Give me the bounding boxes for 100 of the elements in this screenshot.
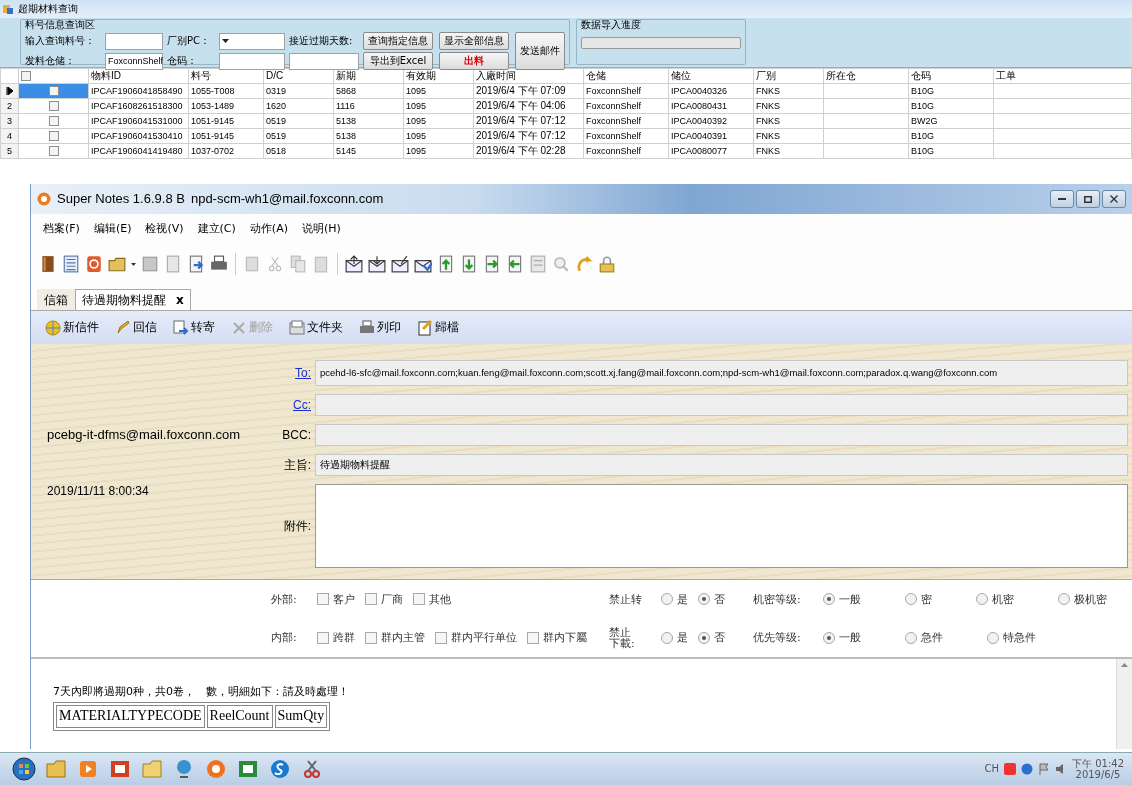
tray-icon[interactable] — [1004, 763, 1016, 775]
tab[interactable]: 信箱 — [37, 288, 75, 310]
address-link[interactable]: To: — [275, 365, 315, 381]
radio-button[interactable] — [698, 631, 710, 644]
radio-label: 密 — [921, 592, 932, 606]
checkbox[interactable] — [365, 593, 377, 606]
radio-button[interactable] — [661, 631, 673, 644]
caret-icon[interactable] — [131, 262, 136, 266]
table-cell: B10G — [908, 143, 994, 159]
push-button[interactable]: 出料 — [439, 52, 509, 70]
language-indicator[interactable]: CH — [984, 763, 999, 775]
warehouse-dropdown[interactable]: FoxconnShelf — [105, 52, 163, 70]
checkbox[interactable] — [48, 131, 59, 142]
cc-field[interactable] — [315, 394, 1128, 416]
toolbar-button[interactable]: 列印 — [359, 319, 401, 336]
checkbox[interactable] — [527, 631, 539, 644]
document-icon[interactable] — [164, 255, 182, 273]
push-button[interactable]: 显示全部信息 — [439, 32, 509, 50]
table-cell: 1095 — [403, 98, 474, 114]
radio-button[interactable] — [987, 631, 999, 644]
radio-button[interactable] — [1058, 593, 1070, 606]
radio-label: 一般 — [839, 592, 861, 606]
checkbox[interactable] — [48, 146, 59, 157]
menu-item[interactable]: 检视(V) — [145, 222, 184, 236]
folder-icon[interactable] — [108, 255, 126, 273]
checkbox[interactable] — [413, 593, 425, 606]
toolbar-button[interactable]: 转寄 — [173, 319, 215, 336]
folder-icon[interactable] — [44, 757, 68, 781]
table-cell: IPCAF1906041419480 — [88, 143, 189, 159]
scissors-icon[interactable] — [266, 255, 284, 273]
push-button[interactable]: 查询指定信息 — [363, 32, 433, 50]
checkbox[interactable] — [48, 86, 59, 97]
checkbox[interactable] — [435, 631, 447, 644]
scrollbar[interactable] — [1116, 659, 1132, 749]
checkbox[interactable] — [317, 631, 329, 644]
list-icon[interactable] — [62, 255, 80, 273]
days-field[interactable] — [289, 52, 359, 70]
tab[interactable]: 待過期物料提醒 x — [75, 288, 191, 310]
close-button[interactable] — [1102, 190, 1126, 208]
push-button[interactable]: 导出到Excel — [363, 52, 433, 70]
close-tab-button[interactable]: x — [176, 292, 184, 307]
radio-button[interactable] — [661, 593, 673, 606]
power-icon[interactable] — [85, 255, 103, 273]
toolbar-button[interactable]: 回信 — [115, 319, 157, 336]
checkbox-label: 厂商 — [381, 592, 403, 606]
menu-item[interactable]: 编辑(E) — [93, 222, 132, 236]
printer-icon[interactable] — [210, 255, 228, 273]
radio-button[interactable] — [698, 593, 710, 606]
tray-icon[interactable] — [1021, 763, 1033, 775]
magnifier-icon[interactable] — [552, 255, 570, 273]
table-cell: 2019/6/4 下午 07:09 — [473, 83, 584, 99]
page-icon[interactable] — [529, 255, 547, 273]
checkbox[interactable] — [48, 101, 59, 112]
menu-item[interactable]: 建立(C) — [197, 222, 236, 236]
time-text: 下午 01:42 — [1072, 758, 1124, 769]
to-field[interactable]: pcehd-l6-sfc@mail.foxconn.com;kuan.feng@mail.foxconn.com;scott.xj.fang@mail.foxconn.com;npd-scm-wh1@mail.foxconn.com;paradox.q.wang@foxconn.com — [315, 360, 1128, 386]
envelope-icon[interactable] — [391, 255, 409, 273]
table-cell: IPCAF1906041531000 — [88, 113, 189, 129]
field-label: 输入查询料号： — [25, 35, 96, 47]
clock[interactable]: 下午 01:42 2019/6/5 — [1072, 758, 1124, 780]
envelope-icon[interactable] — [368, 255, 386, 273]
radio-button[interactable] — [823, 593, 835, 606]
checkbox[interactable] — [21, 71, 31, 82]
envelope-icon[interactable] — [345, 255, 363, 273]
radio-button[interactable] — [976, 593, 988, 606]
checkbox-label: 跨群 — [333, 631, 355, 645]
subject-field[interactable]: 待過期物料提醒 — [315, 454, 1128, 476]
current-row-icon — [5, 87, 14, 96]
table-cell: BW2G — [908, 113, 994, 129]
circle-icon[interactable] — [204, 757, 228, 781]
radio-button[interactable] — [823, 631, 835, 644]
attachment-field[interactable] — [315, 484, 1128, 568]
menu-item[interactable]: 档案(F) — [43, 222, 80, 236]
checkbox[interactable] — [365, 631, 377, 644]
address-link[interactable]: Cc: — [275, 397, 315, 413]
radio-button[interactable] — [905, 631, 917, 644]
code-field[interactable] — [219, 52, 285, 70]
book-icon[interactable] — [39, 255, 57, 273]
toolbar-button[interactable]: 文件夹 — [289, 319, 343, 336]
push-button[interactable]: 发送邮件 — [515, 32, 565, 70]
bcc-field[interactable] — [315, 424, 1128, 446]
radio-button[interactable] — [905, 593, 917, 606]
toolbar-button[interactable]: 新信件 — [45, 319, 99, 336]
table-cell: 5138 — [333, 113, 404, 129]
column-header: MATERIALTYPECODE — [56, 705, 205, 728]
lock-icon[interactable] — [598, 255, 616, 273]
menu-item[interactable]: 说明(H) — [301, 222, 341, 236]
part-number-field[interactable] — [105, 32, 163, 50]
minimize-button[interactable] — [1050, 190, 1074, 208]
start-button[interactable] — [12, 757, 36, 781]
restore-button[interactable] — [1076, 190, 1100, 208]
field-label: 发料仓储： — [25, 55, 76, 67]
checkbox[interactable] — [317, 593, 329, 606]
flag-icon[interactable] — [1038, 763, 1050, 775]
toolbar-button[interactable]: 歸檔 — [417, 319, 459, 336]
plant-dropdown[interactable] — [219, 32, 285, 50]
checkbox[interactable] — [48, 116, 59, 127]
menu-item[interactable]: 动作(A) — [249, 222, 288, 236]
radio-label: 极机密 — [1074, 592, 1107, 606]
copy-icon[interactable] — [289, 255, 307, 273]
